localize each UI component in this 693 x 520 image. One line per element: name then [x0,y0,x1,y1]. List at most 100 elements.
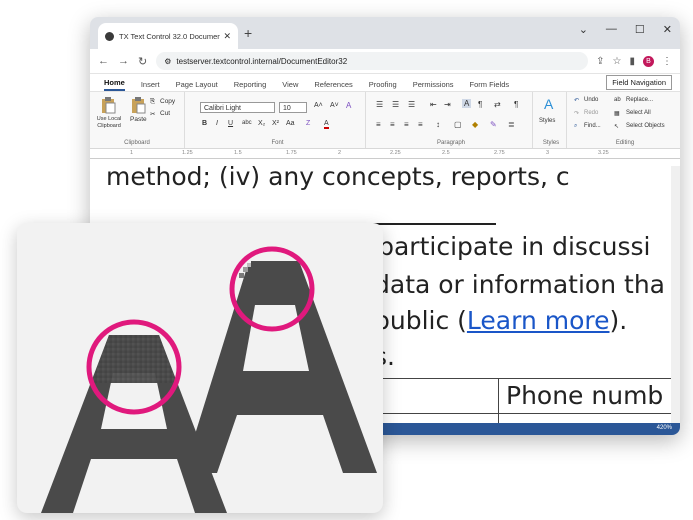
select-objects-button[interactable]: Select Objects [626,123,665,129]
line-spacing-icon[interactable]: ↕ [436,120,440,129]
grow-font-icon[interactable]: A˄ [314,102,323,109]
align-right-icon[interactable]: ≡ [404,120,409,129]
increase-indent-icon[interactable]: ⇥ [444,100,451,109]
show-formatting-icon[interactable]: ¶ [478,100,482,109]
ribbon-tab-reporting[interactable]: Reporting [234,80,267,91]
sidepanel-icon[interactable]: ▮ [629,56,635,67]
address-bar-row: ← → ↻ ⚙ testserver.textcontrol.internal/… [90,49,680,74]
clear-format-icon[interactable]: A [346,101,351,110]
subscript-icon[interactable]: X₂ [258,120,265,127]
document-table: Phone numb [380,378,680,429]
paste-button[interactable]: Paste [130,116,147,123]
underline-icon[interactable]: U [228,120,233,127]
minimize-button[interactable]: — [606,23,617,36]
ribbon-tab-references[interactable]: References [314,80,352,91]
share-icon[interactable]: ⇪ [596,56,604,67]
close-tab-icon[interactable]: ✕ [223,31,231,42]
copy-icon[interactable]: ⎘ [150,98,155,106]
table-cell-border [498,379,499,429]
clipboard-group-label: Clipboard [124,140,150,146]
font-size-select[interactable]: 10 [279,102,307,113]
clipboard-icon[interactable] [100,96,116,114]
ribbon-tab-form-fields[interactable]: Form Fields [470,80,510,91]
document-line: data or information tha [374,270,665,299]
tab-search-icon[interactable]: ⌄ [579,23,588,36]
zoom-level[interactable]: 420% [657,425,672,431]
forward-icon[interactable]: → [118,55,129,67]
new-tab-button[interactable]: + [244,25,252,41]
font-color-icon[interactable]: A [324,120,329,129]
menu-icon[interactable]: ⋮ [662,56,672,67]
security-icon[interactable]: ⚙ [164,57,171,66]
undo-icon[interactable]: ↶ [574,97,579,104]
font-family-select[interactable]: Calibri Light [200,102,275,113]
redo-button[interactable]: Redo [584,110,598,116]
numbering-icon[interactable]: ☰ [392,100,399,109]
bookmark-icon[interactable]: ☆ [613,56,622,67]
styles-button[interactable]: Styles [539,118,555,124]
select-all-button[interactable]: Select All [626,110,651,116]
align-center-icon[interactable]: ≡ [390,120,395,129]
change-case-icon[interactable]: Aa [286,120,295,127]
text-direction-icon[interactable]: ⇄ [494,100,501,109]
frame-color-icon[interactable]: ✎ [490,120,497,129]
table-header-cell: Phone numb [506,381,664,410]
field-navigation-button[interactable]: Field Navigation [606,75,672,90]
ribbon-tab-page-layout[interactable]: Page Layout [176,80,218,91]
replace-button[interactable]: Replace... [626,97,653,103]
use-local-clipboard-button[interactable]: Use Local Clipboard [93,116,125,130]
select-all-icon[interactable]: ▦ [614,110,620,117]
maximize-button[interactable]: ☐ [635,23,645,36]
justify-icon[interactable]: ≡ [418,120,423,129]
find-button[interactable]: Find... [584,123,601,129]
redo-icon[interactable]: ↷ [574,110,579,117]
ribbon-toolbar: Use Local Clipboard Paste ⎘ Copy ✂ Cut C… [90,91,680,149]
shrink-font-icon[interactable]: A˅ [330,102,339,109]
horizontal-ruler[interactable]: 1 1.25 1.5 1.75 2 2.25 2.5 2.75 3 3.25 [90,149,680,159]
styles-icon[interactable]: A [544,96,553,112]
select-objects-icon[interactable]: ↖ [614,123,619,130]
multilevel-list-icon[interactable]: ☰ [408,100,415,109]
sort-icon[interactable]: A [462,99,472,108]
undo-button[interactable]: Undo [584,97,598,103]
find-icon[interactable]: ⌕ [574,123,577,130]
pilcrow-icon[interactable]: ¶ [514,100,518,109]
document-line: public (Learn more). [374,306,627,335]
align-left-icon[interactable]: ≡ [376,120,381,129]
ribbon-tab-view[interactable]: View [282,80,298,91]
vertical-scrollbar[interactable] [671,166,680,423]
cut-button[interactable]: Cut [160,110,170,117]
browser-tab[interactable]: TX Text Control 32.0 Document E ✕ [98,23,238,49]
cut-icon[interactable]: ✂ [150,110,155,118]
ribbon-tab-home[interactable]: Home [104,78,125,91]
reload-icon[interactable]: ↻ [138,55,147,68]
close-window-button[interactable]: ✕ [663,23,672,36]
borders-icon[interactable]: ▢ [454,120,462,129]
bullets-icon[interactable]: ☰ [376,100,383,109]
italic-icon[interactable]: I [216,120,218,127]
shading-icon[interactable]: ◆ [472,120,478,129]
learn-more-link[interactable]: Learn more [467,306,610,335]
superscript-icon[interactable]: X² [272,120,279,127]
ribbon-tab-permissions[interactable]: Permissions [413,80,454,91]
paragraph-group-label: Paragraph [436,140,466,146]
ruler-mark: 3.25 [598,150,609,156]
ribbon-tab-proofing[interactable]: Proofing [369,80,397,91]
back-icon[interactable]: ← [98,55,109,67]
strikethrough-icon[interactable]: abc [242,120,252,126]
copy-button[interactable]: Copy [160,98,175,105]
paste-icon[interactable] [130,96,146,114]
editing-group-label: Editing [615,140,635,146]
text-run: ). [609,306,628,335]
font-group: Calibri Light 10 A˄ A˅ A B I U abc X₂ X²… [190,92,366,148]
bold-icon[interactable]: B [202,120,207,127]
highlight-icon[interactable]: Z [306,120,310,127]
address-bar[interactable]: ⚙ testserver.textcontrol.internal/Docume… [156,52,589,70]
ruler-mark: 2.5 [442,150,450,156]
ribbon-tab-insert[interactable]: Insert [141,80,160,91]
replace-icon[interactable]: ab [614,97,621,103]
decrease-indent-icon[interactable]: ⇤ [430,100,437,109]
frame-style-icon[interactable]: ≣ [508,120,515,129]
magnified-glyph-card [17,223,383,513]
profile-avatar[interactable]: B [643,55,654,67]
